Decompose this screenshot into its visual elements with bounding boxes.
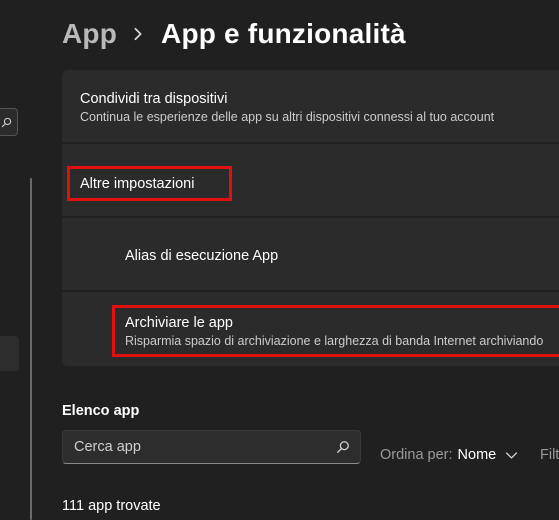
settings-window: App App e funzionalità Condividi tra dis… [0,0,559,520]
breadcrumb-parent-link[interactable]: App [62,18,117,50]
section-header-title: Altre impostazioni [80,176,195,192]
chevron-right-icon [131,27,145,41]
sidebar-scrollbar[interactable] [30,178,32,520]
archive-apps-setting[interactable]: Archiviare le app Risparmia spazio di ar… [62,292,559,366]
chevron-down-icon [505,449,518,462]
more-settings-header: Altre impostazioni [62,144,559,216]
settings-group: Condividi tra dispositivi Continua le es… [62,70,559,366]
sort-value: Nome [457,447,497,463]
filter-dropdown[interactable]: Filt [540,447,559,463]
app-search-box[interactable] [62,430,361,464]
setting-title: Alias di esecuzione App [125,248,279,264]
search-icon [1,117,12,127]
page-title: App e funzionalità [161,18,406,49]
sidebar-selected-item[interactable] [0,336,19,371]
share-across-devices-setting[interactable]: Condividi tra dispositivi Continua le es… [62,70,559,142]
sort-label: Ordina per: [380,447,453,463]
breadcrumb: App App e funzionalità [62,14,406,54]
setting-description: Risparmia spazio di archiviazione e larg… [125,334,544,348]
setting-description: Continua le esperienze delle app su altr… [80,110,495,124]
sidebar-search-box[interactable] [0,108,18,136]
sort-dropdown[interactable]: Ordina per: Nome [380,447,518,463]
setting-title: Condividi tra dispositivi [80,91,228,107]
setting-title: Archiviare le app [125,315,233,331]
app-execution-alias-setting[interactable]: Alias di esecuzione App [62,218,559,290]
search-icon[interactable] [336,440,350,454]
app-search-input[interactable] [74,431,324,463]
sidebar [0,0,40,520]
app-list-heading: Elenco app [62,403,140,419]
app-count-label: 111 app trovate [62,498,161,514]
